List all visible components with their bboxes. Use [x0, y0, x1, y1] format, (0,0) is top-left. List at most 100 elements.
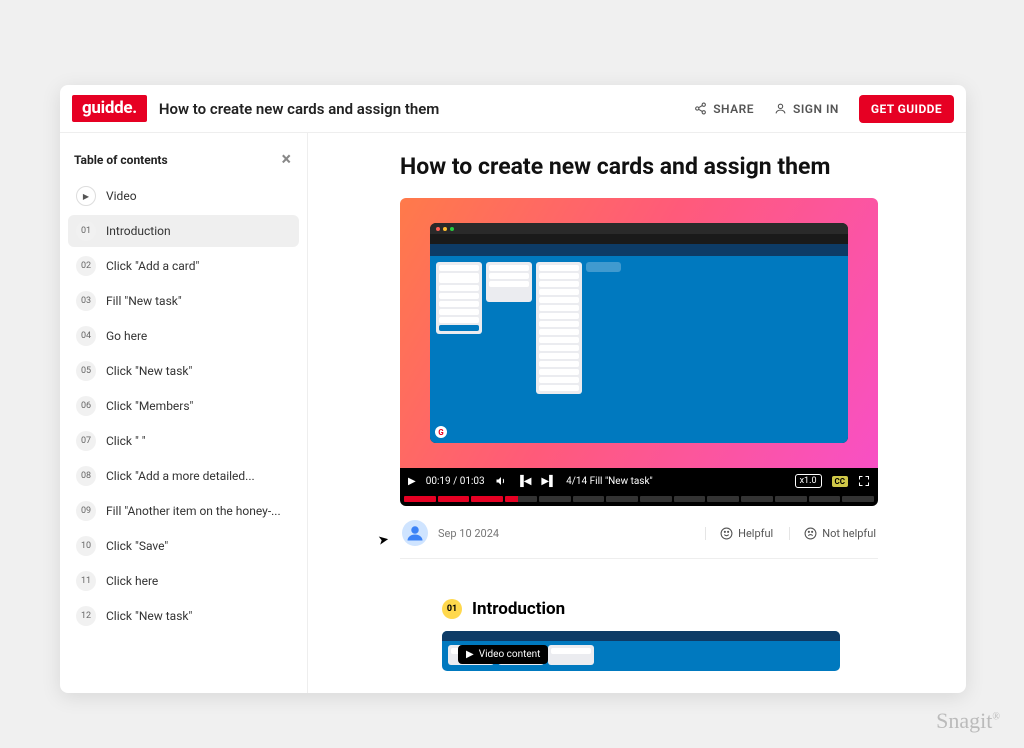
trello-card: [539, 377, 579, 383]
browser-mockup: G: [430, 223, 848, 443]
play-icon[interactable]: ▶: [408, 476, 416, 487]
toc-item-11[interactable]: 11 Click here: [68, 565, 299, 597]
toc-video-label: Video: [106, 189, 137, 203]
fullscreen-icon[interactable]: [858, 475, 870, 487]
video-progress[interactable]: [400, 494, 878, 506]
step-preview[interactable]: ▶ Video content: [442, 631, 840, 671]
progress-segment: [404, 496, 436, 502]
captions-button[interactable]: CC: [832, 476, 848, 487]
trello-column: [436, 262, 482, 334]
toc-video-item[interactable]: ▶ Video: [68, 180, 299, 212]
section-number-badge: 01: [442, 599, 462, 619]
trello-card: [439, 317, 479, 323]
toc-item-07[interactable]: 07 Click " ": [68, 425, 299, 457]
share-label: SHARE: [713, 102, 754, 116]
toc-label: Click here: [106, 574, 158, 588]
toc-item-03[interactable]: 03 Fill "New task": [68, 285, 299, 317]
progress-segment: [438, 496, 470, 502]
app-window: guidde. How to create new cards and assi…: [60, 85, 966, 693]
trello-card: [439, 309, 479, 315]
topbar: guidde. How to create new cards and assi…: [60, 85, 966, 133]
next-chapter-icon[interactable]: ▶▌: [541, 476, 556, 487]
video-content-pill: ▶ Video content: [458, 645, 548, 664]
section-title: Introduction: [472, 599, 565, 619]
toc-label: Introduction: [106, 224, 171, 238]
header-actions: SHARE SIGN IN GET GUIDDE: [694, 95, 954, 123]
prev-chapter-icon[interactable]: ▐◀: [517, 476, 532, 487]
trello-card: [539, 337, 579, 343]
playback-speed[interactable]: x1.0: [795, 474, 822, 488]
play-icon: ▶: [466, 649, 474, 660]
not-helpful-button[interactable]: Not helpful: [789, 527, 876, 540]
section-heading: 01 Introduction: [442, 599, 916, 619]
trello-card: [439, 293, 479, 299]
smile-icon: [720, 527, 733, 540]
trello-column: [536, 262, 582, 394]
trello-card: [489, 273, 529, 279]
trello-card: [439, 301, 479, 307]
helpful-label: Helpful: [738, 527, 773, 540]
play-icon: ▶: [76, 186, 96, 206]
progress-segment: [640, 496, 672, 502]
toc-item-01[interactable]: 01 Introduction: [68, 215, 299, 247]
progress-segment: [606, 496, 638, 502]
trello-card: [439, 265, 479, 271]
toc-heading: Table of contents: [74, 153, 168, 167]
toc-label: Fill "Another item on the honey-...: [106, 504, 281, 518]
share-icon: [694, 102, 707, 115]
toc-item-12[interactable]: 12 Click "New task": [68, 600, 299, 632]
progress-segment: [842, 496, 874, 502]
trello-header: [442, 631, 840, 641]
toc-label: Fill "New task": [106, 294, 182, 308]
frown-icon: [804, 527, 817, 540]
signin-button[interactable]: SIGN IN: [774, 102, 839, 116]
toc-item-04[interactable]: 04 Go here: [68, 320, 299, 352]
trello-board: G: [430, 256, 848, 443]
browser-titlebar: [430, 223, 848, 234]
volume-icon[interactable]: [495, 475, 507, 487]
toc-num: 04: [76, 326, 96, 346]
header-title: How to create new cards and assign them: [159, 100, 682, 118]
trello-card: [539, 273, 579, 279]
not-helpful-label: Not helpful: [822, 527, 876, 540]
toc-num: 03: [76, 291, 96, 311]
video-chapter-label: 4/14 Fill "New task": [566, 476, 784, 487]
trello-card: [539, 305, 579, 311]
toc-item-08[interactable]: 08 Click "Add a more detailed...: [68, 460, 299, 492]
share-button[interactable]: SHARE: [694, 102, 754, 116]
toc-item-02[interactable]: 02 Click "Add a card": [68, 250, 299, 282]
trello-card: [551, 648, 591, 654]
trello-card: [439, 285, 479, 291]
author-avatar[interactable]: [402, 520, 428, 546]
video-background: G: [400, 198, 878, 468]
toc-item-10[interactable]: 10 Click "Save": [68, 530, 299, 562]
progress-segment: [741, 496, 773, 502]
trello-card: [489, 265, 529, 271]
cursor-icon: ➤: [377, 532, 390, 549]
progress-segment: [707, 496, 739, 502]
toc-label: Click "Save": [106, 539, 168, 553]
trello-card: [539, 385, 579, 391]
video-player[interactable]: G ▶ 00:19 / 01:03 ▐◀ ▶▌ 4/14 Fill "New t…: [400, 198, 878, 506]
progress-segment: [505, 496, 537, 502]
toc-item-05[interactable]: 05 Click "New task": [68, 355, 299, 387]
brand-logo[interactable]: guidde.: [72, 95, 147, 122]
toc-item-06[interactable]: 06 Click "Members": [68, 390, 299, 422]
toc-item-09[interactable]: 09 Fill "Another item on the honey-...: [68, 495, 299, 527]
trello-card: [539, 353, 579, 359]
toc-label: Click "Members": [106, 399, 193, 413]
toc-num: 05: [76, 361, 96, 381]
trello-column: [548, 645, 594, 665]
trello-card: [439, 325, 479, 331]
toc-num: 01: [76, 221, 96, 241]
meta-row: Sep 10 2024 Helpful Not helpful: [400, 506, 878, 559]
toc-label: Go here: [106, 329, 147, 343]
progress-segment: [674, 496, 706, 502]
toc-label: Click "Add a more detailed...: [106, 469, 255, 483]
browser-tabbar: [430, 234, 848, 244]
close-icon[interactable]: ×: [281, 149, 291, 170]
helpful-button[interactable]: Helpful: [705, 527, 773, 540]
body: Table of contents × ▶ Video 01 Introduct…: [60, 133, 966, 693]
get-guidde-button[interactable]: GET GUIDDE: [859, 95, 954, 123]
toc-num: 02: [76, 256, 96, 276]
